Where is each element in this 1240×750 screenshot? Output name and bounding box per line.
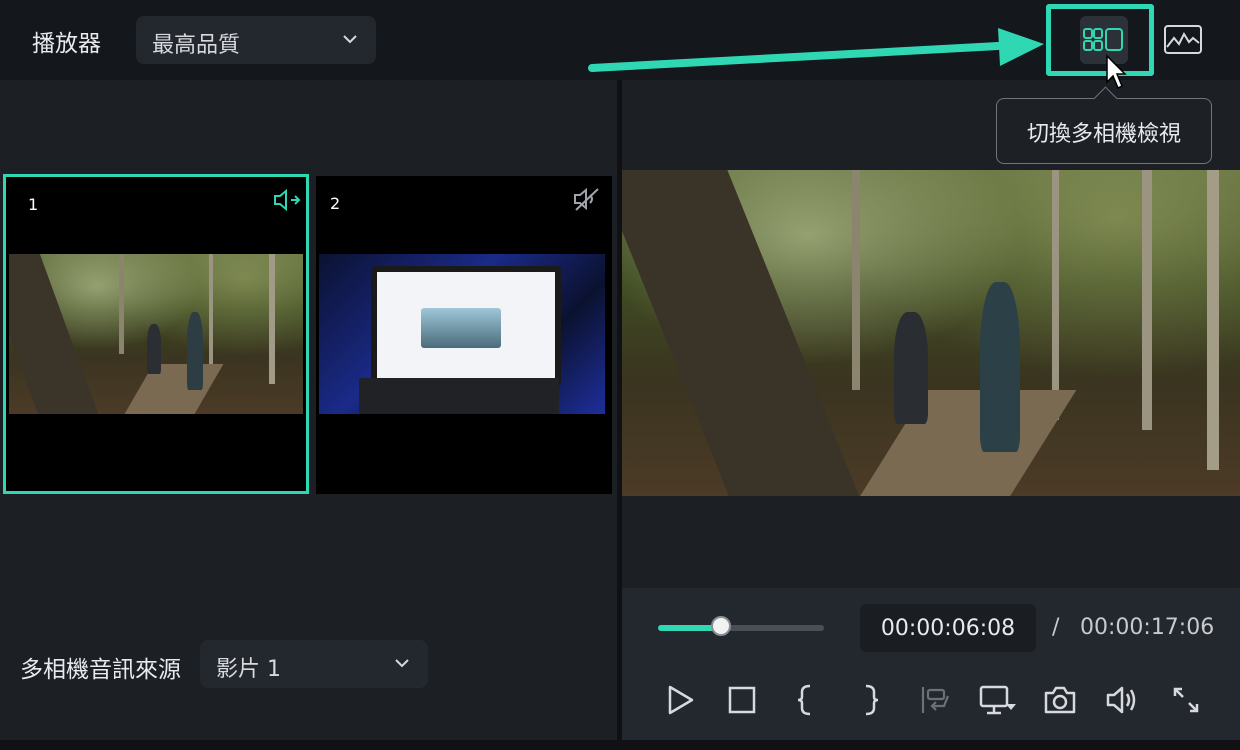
- mark-out-icon[interactable]: [852, 682, 888, 718]
- audio-source-active-icon[interactable]: [272, 187, 302, 213]
- insert-to-timeline-icon[interactable]: [918, 682, 954, 718]
- mark-in-icon[interactable]: [788, 682, 824, 718]
- tooltip: 切換多相機檢視: [996, 86, 1212, 164]
- stop-icon[interactable]: [724, 682, 760, 718]
- camera-number: 2: [330, 194, 341, 213]
- progress-handle[interactable]: [711, 616, 732, 636]
- quality-dropdown[interactable]: 最高品質: [136, 16, 376, 64]
- quality-value: 最高品質: [152, 33, 241, 58]
- display-options-icon[interactable]: [978, 682, 1020, 718]
- current-time: 00:00:06:08: [880, 616, 1016, 641]
- fullscreen-icon[interactable]: [1168, 682, 1204, 718]
- chevron-down-icon: [343, 35, 357, 44]
- time-separator: /: [1052, 615, 1060, 640]
- camera-1-video-frame: [9, 254, 303, 414]
- camera-2-video-frame: [319, 254, 605, 414]
- main-video-preview: [622, 170, 1240, 496]
- audio-source-value: 影片 1: [216, 657, 281, 682]
- audio-muted-icon[interactable]: [572, 186, 602, 212]
- total-time: 00:00:17:06: [1080, 615, 1215, 640]
- audio-source-label: 多相機音訊來源: [20, 657, 181, 683]
- mouse-cursor-icon: [1106, 54, 1127, 90]
- annotation-arrow: [588, 28, 1044, 72]
- camera-number: 1: [28, 195, 39, 214]
- audio-source-dropdown[interactable]: 影片 1: [200, 640, 428, 688]
- play-icon[interactable]: [662, 682, 698, 718]
- volume-icon[interactable]: [1104, 682, 1140, 718]
- highlight-box: [1046, 4, 1154, 76]
- chevron-down-icon: [395, 659, 409, 668]
- snapshot-icon[interactable]: [1042, 682, 1078, 718]
- current-time-field[interactable]: 00:00:06:08: [860, 604, 1036, 652]
- waveform-icon[interactable]: [1162, 20, 1204, 60]
- tooltip-text: 切換多相機檢視: [1026, 122, 1181, 147]
- camera-2-tile[interactable]: 2: [316, 176, 612, 494]
- playback-progress-slider[interactable]: [658, 616, 824, 636]
- player-label: 播放器: [32, 31, 101, 57]
- camera-1-tile[interactable]: 1: [3, 174, 309, 494]
- bottom-strip: [0, 740, 1240, 750]
